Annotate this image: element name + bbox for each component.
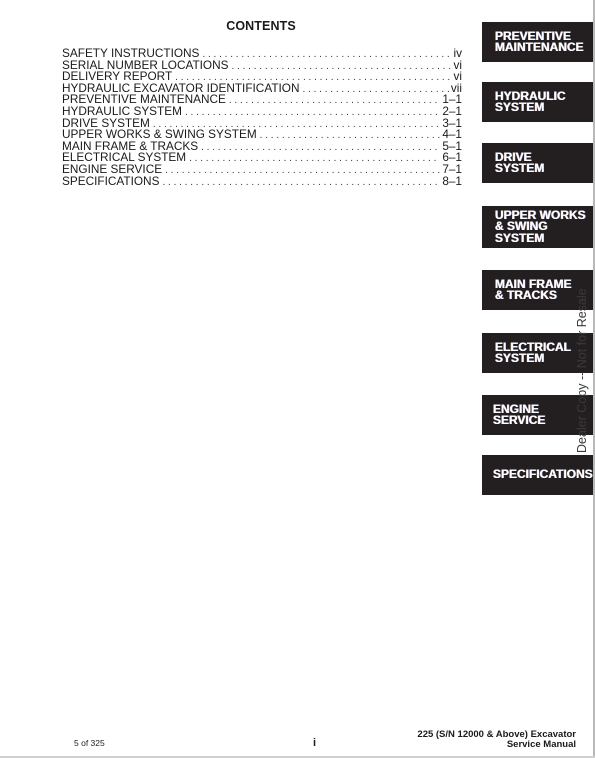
toc-label: ENGINE SERVICE — [62, 163, 163, 176]
toc-page-number: 6–1 — [442, 152, 462, 164]
toc-entry-safety-instructions[interactable]: SAFETY INSTRUCTIONS iv — [62, 48, 462, 60]
footer-page-count: 5 of 325 — [74, 738, 105, 748]
toc-page-number: 7–1 — [442, 163, 462, 176]
tab-label-line: SPECIFICATIONS — [493, 467, 593, 482]
toc-page-number: 2–1 — [442, 105, 462, 118]
footer-manual-title: 225 (S/N 12000 & Above) Excavator Servic… — [417, 730, 576, 750]
footer-title-line: Service Manual — [506, 739, 576, 750]
toc-entry-preventive-maintenance[interactable]: PREVENTIVE MAINTENANCE 1–1 — [62, 94, 462, 106]
toc-page-number: 4–1 — [442, 129, 462, 141]
toc-entry-delivery-report[interactable]: DELIVERY REPORT vi — [62, 71, 462, 83]
toc-label: HYDRAULIC SYSTEM — [62, 105, 182, 118]
toc-entry-hydraulic-excavator-identification[interactable]: HYDRAULIC EXCAVATOR IDENTIFICATION vii — [62, 83, 462, 95]
section-tab-upper-works-swing-system[interactable]: UPPER WORKS & SWING SYSTEM — [482, 206, 593, 248]
toc-leader-dots — [185, 107, 440, 118]
toc-leader-dots — [229, 95, 440, 106]
toc-entry-engine-service[interactable]: ENGINE SERVICE 7–1 — [62, 164, 462, 176]
toc-label: PREVENTIVE MAINTENANCE — [62, 94, 226, 106]
section-tab-hydraulic-system[interactable]: HYDRAULIC SYSTEM — [482, 82, 593, 122]
toc-page-number: 5–1 — [442, 140, 462, 153]
toc-entry-drive-system[interactable]: DRIVE SYSTEM 3–1 — [62, 118, 462, 130]
toc-page-number: vi — [453, 71, 462, 83]
toc-entry-upper-works-swing-system[interactable]: UPPER WORKS & SWING SYSTEM 4–1 — [62, 129, 462, 141]
toc-label: HYDRAULIC EXCAVATOR IDENTIFICATION — [62, 82, 300, 95]
toc-entry-serial-number-locations[interactable]: SERIAL NUMBER LOCATIONS vi — [62, 60, 462, 72]
footer-page-number: i — [313, 737, 317, 749]
tab-label-line: SYSTEM — [495, 100, 545, 114]
tab-label-line: SYSTEM — [495, 161, 545, 175]
toc-entry-electrical-system[interactable]: ELECTRICAL SYSTEM 6–1 — [62, 152, 462, 164]
toc-entry-hydraulic-system[interactable]: HYDRAULIC SYSTEM 2–1 — [62, 106, 462, 118]
toc-label: DELIVERY REPORT — [62, 71, 173, 83]
toc-page-number: vi — [453, 59, 462, 72]
toc-label: UPPER WORKS & SWING SYSTEM — [62, 129, 257, 141]
toc-page-number: iv — [453, 48, 462, 60]
table-of-contents: SAFETY INSTRUCTIONS iv SERIAL NUMBER LOC… — [62, 48, 462, 187]
watermark-text: Dealer Copy -- Not for Resale — [575, 288, 589, 453]
toc-leader-dots — [175, 72, 451, 83]
toc-label: SAFETY INSTRUCTIONS — [62, 48, 200, 60]
toc-label: SERIAL NUMBER LOCATIONS — [62, 59, 229, 72]
toc-leader-dots — [189, 153, 440, 164]
toc-leader-dots — [153, 119, 440, 130]
toc-label: SPECIFICATIONS — [62, 175, 160, 188]
contents-title: CONTENTS — [226, 19, 296, 33]
section-tab-drive-system[interactable]: DRIVE SYSTEM — [482, 143, 593, 183]
toc-label: ELECTRICAL SYSTEM — [62, 152, 187, 164]
toc-label: MAIN FRAME & TRACKS — [62, 140, 199, 153]
section-tab-specifications[interactable]: SPECIFICATIONS — [482, 455, 593, 495]
toc-page-number: 3–1 — [442, 117, 462, 130]
toc-leader-dots — [303, 84, 449, 95]
section-tab-preventive-maintenance[interactable]: PREVENTIVE MAINTENANCE — [482, 22, 593, 62]
toc-leader-dots — [201, 142, 440, 153]
toc-label: DRIVE SYSTEM — [62, 117, 150, 130]
tab-label-line: SYSTEM — [495, 230, 545, 245]
toc-leader-dots — [260, 130, 441, 141]
toc-leader-dots — [162, 177, 440, 188]
toc-entry-main-frame-tracks[interactable]: MAIN FRAME & TRACKS 5–1 — [62, 141, 462, 153]
toc-page-number: 8–1 — [442, 175, 462, 188]
toc-page-number: 1–1 — [442, 94, 462, 106]
toc-entry-specifications[interactable]: SPECIFICATIONS 8–1 — [62, 176, 462, 188]
toc-leader-dots — [165, 165, 440, 176]
toc-leader-dots — [202, 49, 451, 60]
tab-label-line: MAINTENANCE — [495, 40, 584, 54]
toc-leader-dots — [232, 61, 452, 72]
toc-page-number: vii — [450, 82, 462, 95]
